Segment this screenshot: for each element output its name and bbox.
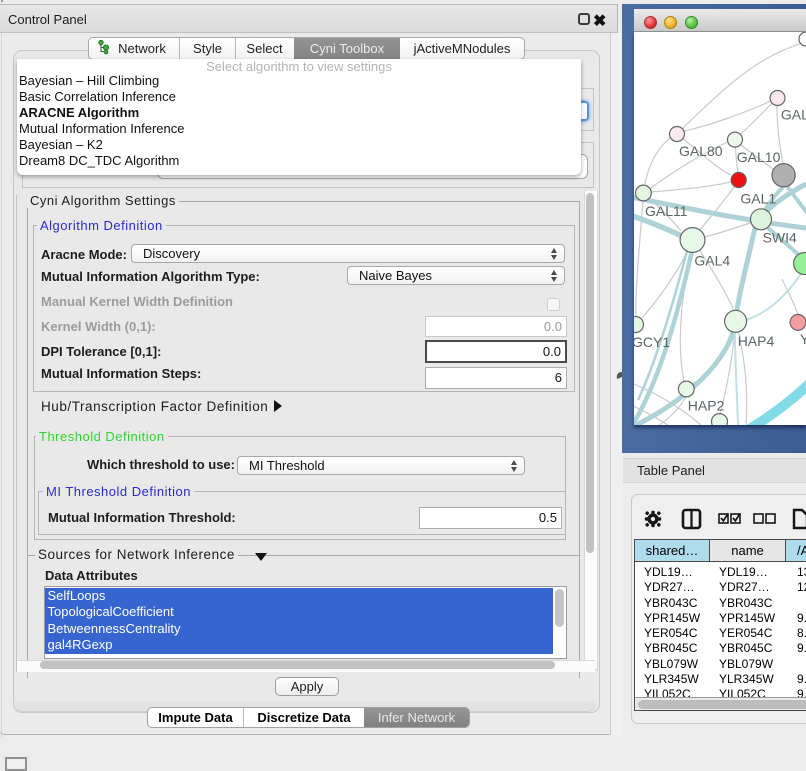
svg-text:HAP2: HAP2	[688, 398, 725, 414]
svg-text:GAL4: GAL4	[694, 252, 730, 268]
svg-text:GAL10: GAL10	[737, 149, 781, 165]
svg-text:HAP4: HAP4	[738, 333, 775, 349]
svg-text:Y: Y	[800, 331, 806, 347]
svg-text:GAL1: GAL1	[740, 191, 776, 207]
svg-text:GAL7: GAL7	[781, 107, 806, 123]
svg-text:SWI4: SWI4	[763, 230, 797, 246]
svg-text:GAL80: GAL80	[679, 143, 723, 159]
svg-text:GCY1: GCY1	[634, 334, 670, 350]
svg-text:GAL11: GAL11	[645, 203, 688, 219]
